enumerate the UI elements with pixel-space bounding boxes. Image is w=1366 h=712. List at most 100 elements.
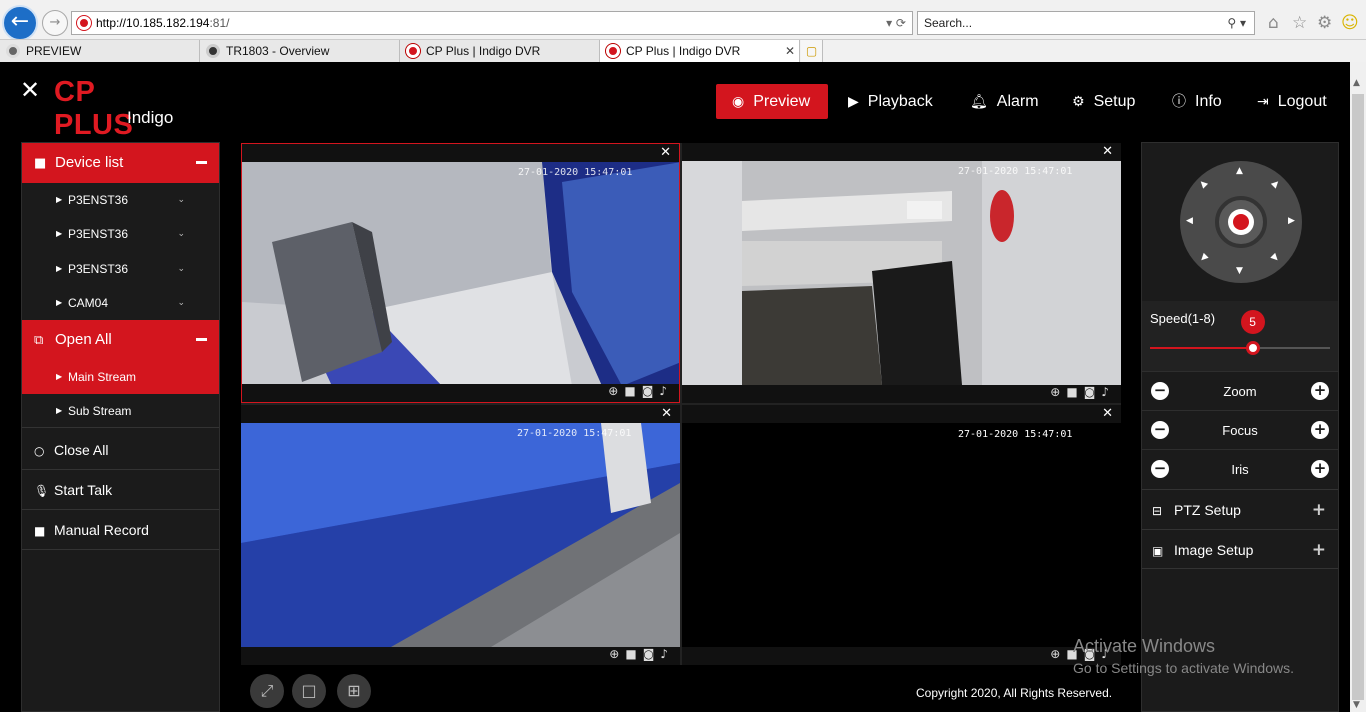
tab-cpplus-2[interactable]: CP Plus | Indigo DVR ✕ [600, 40, 800, 63]
search-input[interactable]: Search... ⚲ ▾ [917, 11, 1255, 35]
speed-slider-handle[interactable] [1245, 341, 1260, 355]
device-item[interactable]: ▶ P3ENST36 ⌄ [22, 183, 219, 217]
cell-tools-icons[interactable]: ⊕■◙♪ [609, 647, 674, 661]
iris-minus-button[interactable]: − [1151, 460, 1169, 478]
ptz-direction-pad[interactable]: ▲ ▼ ◀ ▶ ▲ ▲ ▼ ▼ [1180, 161, 1302, 283]
collapse-icon[interactable] [196, 338, 207, 341]
gear-icon[interactable]: ⚙ [1317, 13, 1332, 33]
chevron-down-icon[interactable]: ⌄ [177, 183, 185, 217]
search-icon[interactable]: ⚲ ▾ [1227, 12, 1246, 34]
start-talk-button[interactable]: 🎙︎ Start Talk [22, 470, 219, 510]
focus-minus-button[interactable]: − [1151, 421, 1169, 439]
focus-plus-button[interactable]: + [1311, 421, 1329, 439]
refresh-icon[interactable]: ▾ ⟳ [886, 12, 906, 34]
expand-plus-icon[interactable]: + [1312, 490, 1326, 530]
camera-feed-1[interactable]: 27-01-2020 15:47:01 [242, 162, 679, 386]
close-icon[interactable]: ✕ [1102, 406, 1113, 421]
close-icon[interactable]: ✕ [660, 145, 671, 160]
nav-preview[interactable]: ◉ Preview [716, 84, 828, 119]
left-arrow-icon[interactable]: ◀ [1186, 216, 1193, 226]
close-all-button[interactable]: ○ Close All [22, 430, 219, 470]
nav-label: Info [1195, 93, 1222, 110]
cell-header: ✕ [682, 405, 1121, 423]
nav-setup[interactable]: ⚙ Setup [1060, 84, 1149, 119]
forward-button[interactable]: → [42, 10, 68, 36]
cell-toolbar: ⊕■◙♪ [242, 384, 679, 402]
home-icon[interactable]: ⌂ [1268, 13, 1279, 33]
info-icon: ⓘ [1172, 94, 1186, 110]
tab-overview[interactable]: TR1803 - Overview [200, 40, 400, 63]
device-item[interactable]: ▶ P3ENST36 ⌄ [22, 252, 219, 286]
scroll-thumb[interactable] [1352, 94, 1364, 700]
zoom-in-button[interactable]: + [1311, 382, 1329, 400]
up-right-arrow-icon[interactable]: ▲ [1269, 178, 1281, 190]
ptz-setup-row[interactable]: ⊟ PTZ Setup + [1142, 489, 1338, 529]
activate-windows-title: Activate Windows [1073, 636, 1216, 656]
down-arrow-icon[interactable]: ▼ [1236, 266, 1243, 276]
image-setup-row[interactable]: ▣ Image Setup + [1142, 529, 1338, 569]
nav-info[interactable]: ⓘ Info [1160, 84, 1236, 119]
scroll-down-icon[interactable]: ▼ [1353, 700, 1360, 710]
cell-toolbar: ⊕■◙♪ [682, 385, 1121, 403]
camera-feed-3[interactable]: 27-01-2020 15:47:01 [241, 423, 680, 647]
fullscreen-button[interactable]: ⤢ [250, 674, 284, 708]
right-arrow-icon[interactable]: ▶ [1288, 216, 1295, 226]
manual-record-button[interactable]: ■ Manual Record [22, 510, 219, 550]
search-placeholder: Search... [924, 16, 973, 30]
cell-tools-icons[interactable]: ⊕■◙♪ [1050, 385, 1115, 399]
smiley-icon[interactable]: ☺ [1341, 13, 1359, 33]
tab-cpplus-1[interactable]: CP Plus | Indigo DVR [400, 40, 600, 63]
device-item[interactable]: ▶ P3ENST36 ⌄ [22, 217, 219, 251]
camera-feed-4[interactable]: 27-01-2020 15:47:01 [682, 423, 1121, 647]
scroll-up-icon[interactable]: ▲ [1353, 78, 1360, 88]
dvr-app: ✕ CP PLUS Indigo ◉ Preview ▶ Playback 🔔︎ Al… [0, 62, 1350, 712]
ptz-setup-label: PTZ Setup [1174, 502, 1241, 518]
speed-slider-fill [1150, 347, 1253, 349]
cell-tools-icons[interactable]: ⊕■◙♪ [608, 384, 673, 398]
down-left-arrow-icon[interactable]: ▼ [1197, 252, 1209, 264]
up-left-arrow-icon[interactable]: ▲ [1197, 178, 1209, 190]
close-icon[interactable]: ✕ [1102, 144, 1113, 159]
close-icon[interactable]: ✕ [661, 406, 672, 421]
favorites-star-icon[interactable]: ☆ [1292, 13, 1307, 33]
open-all-header[interactable]: ⧉ Open All [22, 320, 219, 360]
speed-label: Speed(1-8) [1150, 311, 1216, 326]
tab-preview[interactable]: PREVIEW [0, 40, 200, 63]
cell-header: ✕ [241, 405, 680, 423]
up-arrow-icon[interactable]: ▲ [1236, 166, 1243, 176]
nav-playback[interactable]: ▶ Playback [836, 84, 947, 119]
device-list-header[interactable]: ■ Device list [22, 143, 219, 183]
nav-logout[interactable]: ⇥ Logout [1245, 84, 1341, 119]
expand-plus-icon[interactable]: + [1312, 530, 1326, 570]
ptz-center[interactable] [1215, 196, 1267, 248]
chevron-down-icon[interactable]: ⌄ [177, 217, 185, 251]
zoom-out-button[interactable]: − [1151, 382, 1169, 400]
new-tab-button[interactable]: ▢ [801, 40, 823, 63]
iris-plus-button[interactable]: + [1311, 460, 1329, 478]
cell-toolbar: ⊕■◙♪ [241, 647, 680, 665]
single-view-button[interactable]: □ [292, 674, 326, 708]
sub-stream-item[interactable]: ▶ Sub Stream [22, 394, 219, 428]
quad-view-button[interactable]: ⊞ [337, 674, 371, 708]
camera-feed-2[interactable]: 27-01-2020 15:47:01 [682, 161, 1121, 385]
video-cell-2[interactable]: ✕ 27-01-2020 15:47:01 ⊕■◙♪ [682, 143, 1121, 403]
focus-control: Focus − + [1142, 410, 1338, 449]
chevron-down-icon[interactable]: ⌄ [177, 286, 185, 320]
down-right-arrow-icon[interactable]: ▼ [1269, 252, 1281, 264]
video-cell-1[interactable]: ✕ 27-01-2020 15:47:01 ⊕■◙♪ [241, 143, 680, 403]
collapse-icon[interactable] [196, 161, 207, 164]
video-cell-4[interactable]: ✕ 27-01-2020 15:47:01 ⊕■◙♪ [682, 405, 1121, 665]
video-cell-3[interactable]: ✕ 27-01-2020 15:47:01 ⊕■◙♪ [241, 405, 680, 665]
nav-alarm[interactable]: 🔔︎ Alarm [958, 84, 1053, 119]
back-button[interactable]: ← [2, 5, 38, 41]
device-item[interactable]: ▶ CAM04 ⌄ [22, 286, 219, 320]
page-scrollbar[interactable]: ▲ ▼ [1350, 62, 1366, 712]
address-bar[interactable]: http://10.185.182.194:81/ ▾ ⟳ [71, 11, 913, 35]
single-layout-icon: □ [301, 681, 317, 700]
zoom-control: Zoom − + [1142, 371, 1338, 410]
play-icon: ▶ [848, 94, 859, 110]
nav-label: Setup [1093, 93, 1136, 110]
chevron-down-icon[interactable]: ⌄ [177, 252, 185, 286]
main-stream-item[interactable]: ▶ Main Stream [22, 360, 219, 394]
close-tab-icon[interactable]: ✕ [785, 40, 795, 62]
